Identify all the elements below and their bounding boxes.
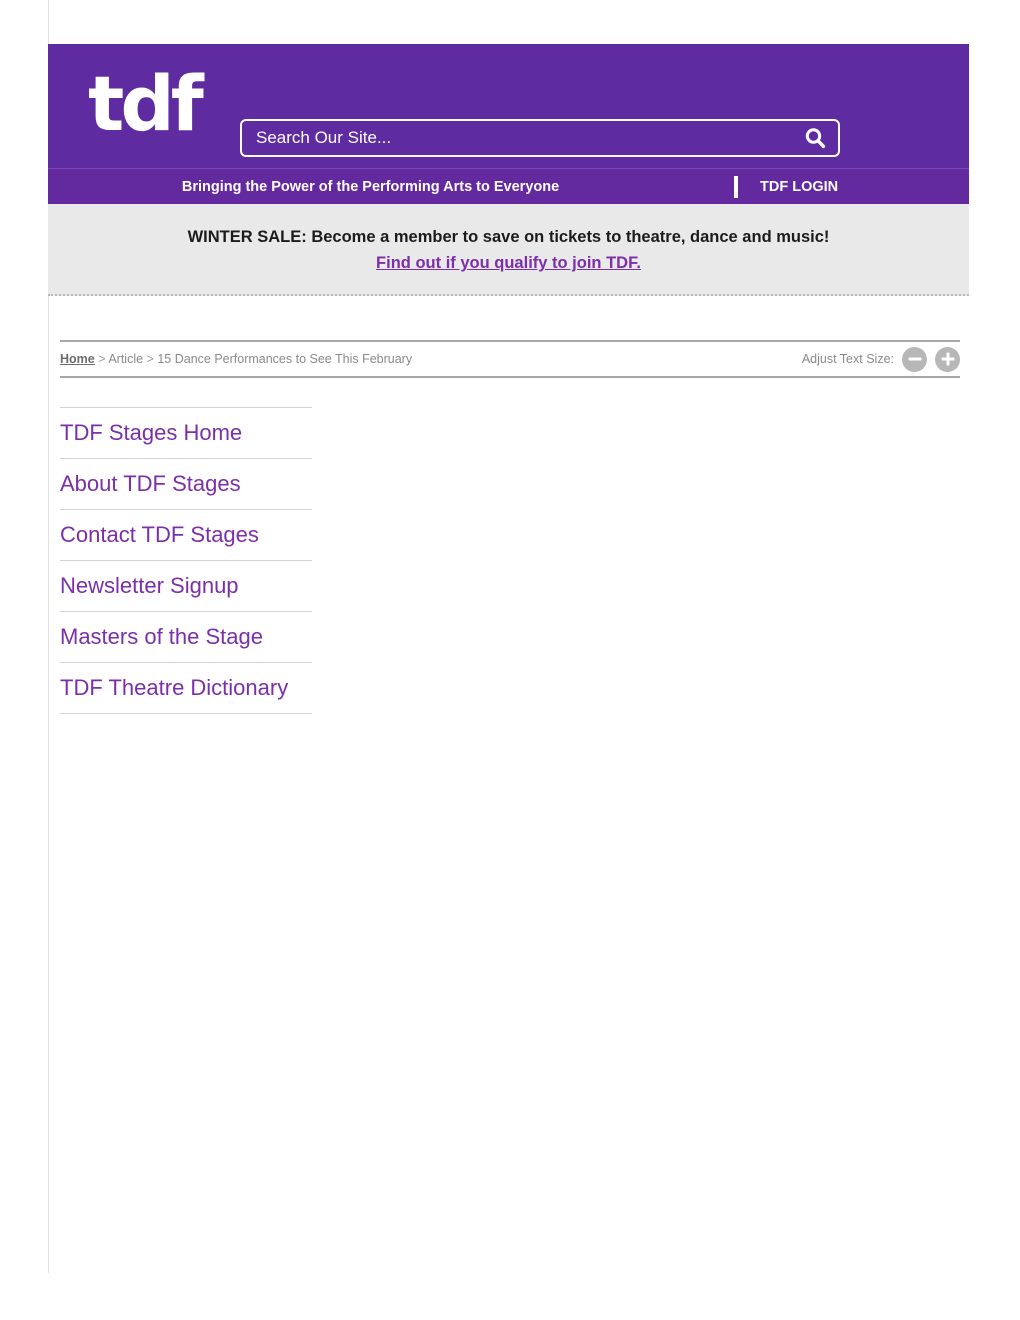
sidebar-item-tdf-stages-home[interactable]: TDF Stages Home: [60, 407, 312, 459]
sidebar-item-newsletter-signup[interactable]: Newsletter Signup: [60, 561, 312, 612]
breadcrumb-current: 15 Dance Performances to See This Februa…: [157, 352, 413, 366]
text-size-label: Adjust Text Size:: [801, 352, 894, 366]
sidebar-item-masters-of-the-stage[interactable]: Masters of the Stage: [60, 612, 312, 663]
sidebar-item-contact-tdf-stages[interactable]: Contact TDF Stages: [60, 510, 312, 561]
tagline-bar: Bringing the Power of the Performing Art…: [48, 168, 969, 205]
tagline-text: Bringing the Power of the Performing Art…: [181, 179, 560, 195]
search-input[interactable]: [242, 121, 782, 155]
search-bar: [240, 119, 840, 157]
breadcrumb-article[interactable]: Article: [108, 352, 143, 366]
tdf-login-link[interactable]: TDF LOGIN: [760, 169, 838, 205]
breadcrumb-separator-2: >: [146, 352, 154, 366]
tdf-logo[interactable]: tdf: [88, 66, 204, 142]
text-size-control: Adjust Text Size:: [802, 342, 960, 376]
promo-banner: WINTER SALE: Become a member to save on …: [48, 204, 969, 296]
breadcrumb-home[interactable]: Home: [60, 352, 95, 366]
site-masthead: tdf: [48, 44, 969, 168]
search-icon: [805, 128, 826, 149]
search-button[interactable]: [802, 125, 828, 151]
plus-circle-icon-vertical: [946, 352, 949, 366]
sidebar-item-tdf-theatre-dictionary[interactable]: TDF Theatre Dictionary: [60, 663, 312, 714]
sidebar-item-about-tdf-stages[interactable]: About TDF Stages: [60, 459, 312, 510]
decrease-text-size-button[interactable]: [902, 346, 927, 372]
increase-text-size-button[interactable]: [935, 346, 960, 372]
breadcrumb: Home > Article > 15 Dance Performances t…: [60, 342, 412, 376]
sidebar-nav: TDF Stages Home About TDF Stages Contact…: [60, 407, 312, 714]
breadcrumb-row: Home > Article > 15 Dance Performances t…: [60, 340, 960, 378]
promo-join-link[interactable]: Find out if you qualify to join TDF.: [376, 254, 641, 273]
minus-circle-icon: [908, 357, 921, 361]
login-divider: [734, 176, 738, 198]
article-content-area: [330, 407, 960, 1257]
promo-headline: WINTER SALE: Become a member to save on …: [187, 228, 830, 246]
breadcrumb-separator-1: >: [98, 352, 106, 366]
